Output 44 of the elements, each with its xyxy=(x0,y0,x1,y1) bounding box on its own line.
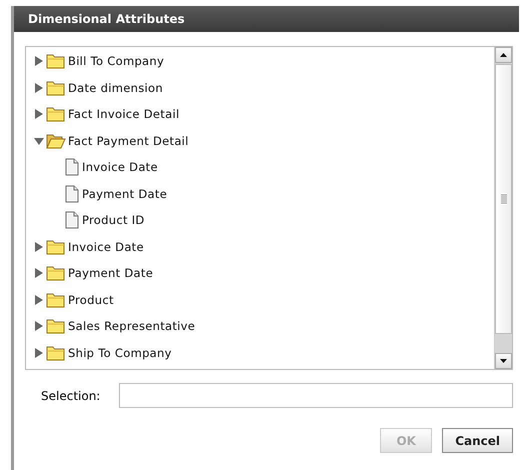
folder-icon xyxy=(46,318,66,334)
tree-item[interactable]: Fact Payment Detail xyxy=(68,134,189,148)
folder-icon xyxy=(46,238,66,255)
document-icon xyxy=(64,211,80,230)
expand-arrow-icon[interactable] xyxy=(34,109,44,120)
tree-item[interactable]: Sales Representative xyxy=(68,319,196,334)
expand-arrow-icon[interactable] xyxy=(34,294,44,305)
folder-icon xyxy=(46,106,66,122)
selection-field[interactable] xyxy=(119,383,513,408)
tree-item[interactable]: Payment Date xyxy=(82,186,168,201)
tree-item[interactable]: Product ID xyxy=(82,213,145,228)
tree-item[interactable]: Date dimension xyxy=(68,80,163,95)
selection-label: Selection: xyxy=(40,388,102,402)
window-title: Dimensional Attributes xyxy=(28,12,185,26)
down-arrow-icon xyxy=(500,359,507,363)
expand-arrow-icon[interactable] xyxy=(34,242,44,252)
expand-arrow-icon[interactable] xyxy=(34,321,44,332)
tree-item[interactable]: Bill To Company xyxy=(68,54,164,68)
expand-arrow-icon[interactable] xyxy=(34,82,44,93)
tree-item[interactable]: Ship To Company xyxy=(68,346,172,360)
scrollbar[interactable] xyxy=(494,47,512,369)
tree-item[interactable]: Invoice Date xyxy=(82,160,158,174)
scroll-thumb[interactable] xyxy=(495,64,512,334)
scroll-up-button[interactable] xyxy=(495,47,512,63)
collapse-arrow-icon[interactable] xyxy=(34,136,44,146)
folder-icon xyxy=(46,80,66,96)
cancel-button[interactable]: Cancel xyxy=(442,428,513,453)
document-icon xyxy=(64,158,80,176)
document-icon xyxy=(64,184,80,203)
scroll-down-button[interactable] xyxy=(495,353,512,369)
tree-item[interactable]: Fact Invoice Detail xyxy=(68,107,180,122)
expand-arrow-icon[interactable] xyxy=(34,268,44,278)
up-arrow-icon xyxy=(500,53,507,57)
folder-icon xyxy=(46,292,66,308)
folder-icon xyxy=(46,53,66,70)
folder-icon xyxy=(46,344,66,361)
expand-arrow-icon[interactable] xyxy=(34,348,44,358)
tree-item[interactable]: Product xyxy=(68,292,114,307)
tree-item[interactable]: Invoice Date xyxy=(68,240,144,254)
grip-icon xyxy=(500,194,506,204)
tree-item[interactable]: Payment Date xyxy=(68,266,154,280)
folder-icon xyxy=(46,265,66,282)
expand-arrow-icon[interactable] xyxy=(34,56,44,66)
open-folder-icon xyxy=(46,132,66,149)
